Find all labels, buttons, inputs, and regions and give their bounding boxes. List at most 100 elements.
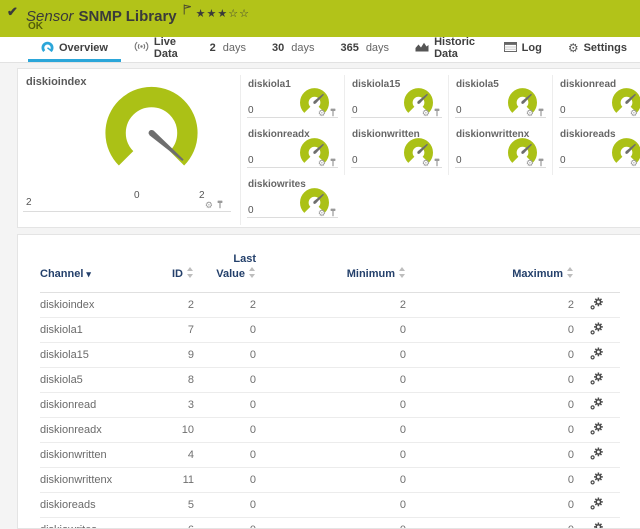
column-header-minimum[interactable]: Minimum bbox=[256, 245, 406, 292]
tab-365-days[interactable]: 365 days bbox=[327, 37, 402, 62]
gauge-settings-gear-icon[interactable]: ⚙ bbox=[205, 201, 213, 210]
channel-name: diskiola15 bbox=[40, 342, 146, 367]
gauge-pin-icon[interactable] bbox=[433, 154, 441, 172]
prtg-sensor-page: { "header": { "check_icon": "✔", "sensor… bbox=[0, 0, 640, 529]
tab-number: 30 bbox=[272, 42, 284, 54]
tab-2-days[interactable]: 2 days bbox=[197, 37, 259, 62]
channel-name: diskioreads bbox=[40, 492, 146, 517]
gauge-cell[interactable]: diskionwrittenx 0 ⚙ bbox=[448, 125, 552, 175]
channel-id: 7 bbox=[146, 317, 194, 342]
gauge-cell[interactable]: diskiola5 0 ⚙ bbox=[448, 75, 552, 125]
divider bbox=[559, 167, 640, 168]
column-header-settings bbox=[574, 245, 620, 292]
gauge-cell[interactable]: diskiowrites 0 ⚙ bbox=[240, 175, 344, 225]
tab-30-days[interactable]: 30 days bbox=[259, 37, 328, 62]
channel-settings-icon[interactable] bbox=[590, 426, 604, 438]
channel-settings-icon[interactable] bbox=[590, 401, 604, 413]
channel-minimum: 0 bbox=[256, 517, 406, 529]
channel-settings-icon[interactable] bbox=[590, 451, 604, 463]
tab-label: Settings bbox=[584, 42, 627, 54]
table-row: diskiola15 9 0 0 0 bbox=[40, 342, 620, 367]
table-row: diskionwritten 4 0 0 0 bbox=[40, 442, 620, 467]
channel-minimum: 0 bbox=[256, 317, 406, 342]
status-ok-check-icon: ✔ bbox=[7, 4, 18, 20]
gauge-title: diskiola1 bbox=[248, 79, 291, 90]
flag-icon[interactable] bbox=[183, 2, 192, 19]
channel-table-panel: Channel▾ ID Last Value Minimum Maximum bbox=[17, 234, 640, 529]
divider bbox=[247, 217, 338, 218]
column-header-maximum[interactable]: Maximum bbox=[406, 245, 574, 292]
gauges-panel: diskioindex 0 2 2 ⚙ diskiola1 0 ⚙ bbox=[17, 68, 640, 228]
channel-last-value: 0 bbox=[194, 442, 256, 467]
gauge-title: diskiowrites bbox=[248, 179, 306, 190]
table-row: diskiola1 7 0 0 0 bbox=[40, 317, 620, 342]
channel-id: 3 bbox=[146, 392, 194, 417]
gauge-title: diskionread bbox=[560, 79, 616, 90]
table-row: diskiola5 8 0 0 0 bbox=[40, 367, 620, 392]
channel-id: 9 bbox=[146, 342, 194, 367]
gauge-pin-icon[interactable] bbox=[537, 154, 545, 172]
gauge-cell[interactable]: diskionread 0 ⚙ bbox=[552, 75, 640, 125]
channel-maximum: 2 bbox=[406, 292, 574, 317]
channel-last-value: 0 bbox=[194, 517, 256, 529]
gauge-cell[interactable]: diskiola1 0 ⚙ bbox=[240, 75, 344, 125]
channel-minimum: 0 bbox=[256, 492, 406, 517]
column-header-channel[interactable]: Channel▾ bbox=[40, 245, 146, 292]
channel-name: diskiola5 bbox=[40, 367, 146, 392]
gauge-cell[interactable]: diskionreadx 0 ⚙ bbox=[240, 125, 344, 175]
channel-settings-icon[interactable] bbox=[590, 326, 604, 338]
gauge-pin-icon[interactable] bbox=[433, 104, 441, 122]
channel-settings-icon[interactable] bbox=[590, 476, 604, 488]
gauge-title: diskioreads bbox=[560, 129, 616, 140]
channel-last-value: 0 bbox=[194, 417, 256, 442]
channel-maximum: 0 bbox=[406, 492, 574, 517]
channel-maximum: 0 bbox=[406, 467, 574, 492]
tab-live-data[interactable]: Live Data bbox=[121, 37, 197, 62]
table-row: diskionreadx 10 0 0 0 bbox=[40, 417, 620, 442]
divider bbox=[23, 211, 231, 212]
gauge-current-value: 0 bbox=[248, 105, 254, 116]
channel-last-value: 0 bbox=[194, 367, 256, 392]
channel-table: Channel▾ ID Last Value Minimum Maximum bbox=[40, 245, 620, 529]
channel-settings-icon[interactable] bbox=[590, 376, 604, 388]
column-header-id[interactable]: ID bbox=[146, 245, 194, 292]
gauge-current-value: 0 bbox=[456, 155, 462, 166]
priority-stars[interactable]: ★★★☆☆ bbox=[196, 8, 250, 20]
sort-arrows-icon bbox=[399, 267, 406, 278]
tab-log[interactable]: Log bbox=[491, 37, 555, 62]
channel-settings-icon[interactable] bbox=[590, 351, 604, 363]
channel-minimum: 0 bbox=[256, 467, 406, 492]
channel-last-value: 0 bbox=[194, 392, 256, 417]
divider bbox=[455, 167, 546, 168]
divider bbox=[351, 167, 442, 168]
channel-maximum: 0 bbox=[406, 367, 574, 392]
gauge-cell-diskioindex[interactable]: diskioindex 0 2 2 ⚙ bbox=[18, 69, 240, 227]
gauge-pin-icon[interactable] bbox=[537, 104, 545, 122]
tab-overview[interactable]: Overview bbox=[28, 37, 121, 62]
tab-historic-data[interactable]: Historic Data bbox=[402, 37, 491, 62]
column-header-last-value[interactable]: Last Value bbox=[194, 245, 256, 292]
gauge-cell[interactable]: diskioreads 0 ⚙ bbox=[552, 125, 640, 175]
channel-id: 11 bbox=[146, 467, 194, 492]
channel-last-value: 2 bbox=[194, 292, 256, 317]
gauge-cell[interactable]: diskionwritten 0 ⚙ bbox=[344, 125, 448, 175]
channel-maximum: 0 bbox=[406, 317, 574, 342]
tab-label: Historic Data bbox=[434, 36, 478, 60]
channel-settings-icon[interactable] bbox=[590, 526, 604, 529]
gauge-pin-icon[interactable] bbox=[329, 154, 337, 172]
channel-name: diskionreadx bbox=[40, 417, 146, 442]
gauge-pin-icon[interactable] bbox=[329, 204, 337, 222]
channel-settings-icon[interactable] bbox=[590, 501, 604, 513]
tab-settings[interactable]: ⚙ Settings bbox=[555, 37, 640, 62]
gauge-current-value: 0 bbox=[352, 105, 358, 116]
gauge-current-value: 0 bbox=[352, 155, 358, 166]
channel-id: 5 bbox=[146, 492, 194, 517]
table-row: diskioindex 2 2 2 2 bbox=[40, 292, 620, 317]
channel-last-value: 0 bbox=[194, 467, 256, 492]
divider bbox=[247, 167, 338, 168]
channel-settings-icon[interactable] bbox=[590, 301, 604, 313]
gauge-pin-icon[interactable] bbox=[329, 104, 337, 122]
channel-last-value: 0 bbox=[194, 342, 256, 367]
channel-minimum: 0 bbox=[256, 417, 406, 442]
gauge-cell[interactable]: diskiola15 0 ⚙ bbox=[344, 75, 448, 125]
